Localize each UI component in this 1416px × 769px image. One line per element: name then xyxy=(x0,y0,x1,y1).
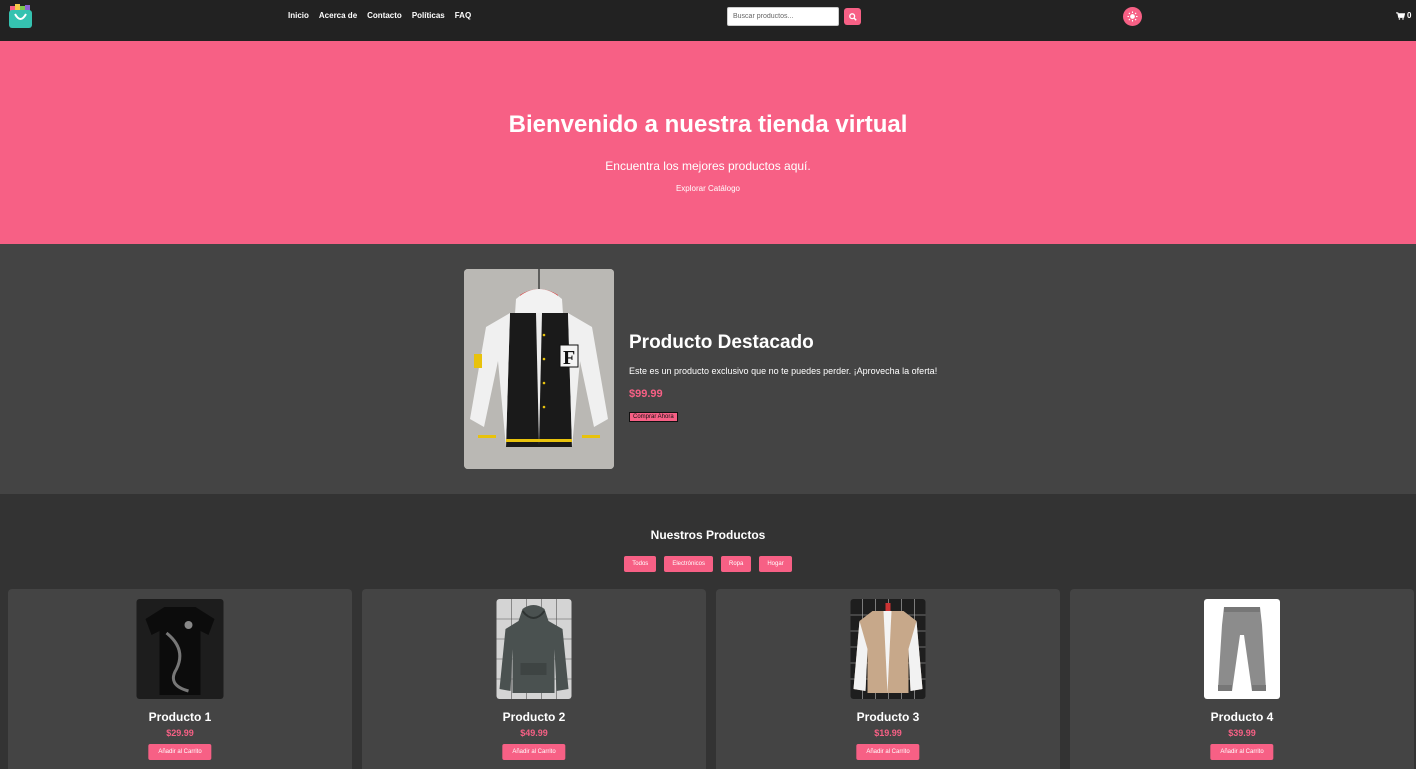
nav-link-acerca-de[interactable]: Acerca de xyxy=(319,11,357,21)
search-input[interactable] xyxy=(727,7,839,26)
search-icon xyxy=(848,12,857,21)
hero-subtitle: Encuentra los mejores productos aquí. xyxy=(605,159,811,173)
products-heading: Nuestros Productos xyxy=(650,528,766,542)
add-to-cart-button[interactable]: Añadir al Carrito xyxy=(856,744,920,760)
products-section: Nuestros Productos Todos Electrónicos Ro… xyxy=(0,494,1416,769)
search-button[interactable] xyxy=(844,8,861,25)
cart-button[interactable]: 0 xyxy=(1396,11,1411,21)
svg-text:F: F xyxy=(563,347,575,369)
product-price: $39.99 xyxy=(1228,728,1256,738)
product-name: Producto 3 xyxy=(856,710,920,724)
add-to-cart-button[interactable]: Añadir al Carrito xyxy=(1210,744,1274,760)
featured-title: Producto Destacado xyxy=(629,332,814,353)
add-to-cart-button[interactable]: Añadir al Carrito xyxy=(148,744,212,760)
product-price: $49.99 xyxy=(520,728,548,738)
nav-link-inicio[interactable]: Inicio xyxy=(288,11,309,21)
featured-product-image: F xyxy=(464,269,614,469)
product-name: Producto 1 xyxy=(148,710,212,724)
product-image xyxy=(850,599,926,699)
product-image xyxy=(496,599,572,699)
nav-link-contacto[interactable]: Contacto xyxy=(367,11,402,21)
product-image xyxy=(1204,599,1280,699)
category-filters: Todos Electrónicos Ropa Hogar xyxy=(0,556,1416,572)
buy-now-button[interactable]: Comprar Ahora xyxy=(629,412,678,422)
cart-count: 0 xyxy=(1407,11,1412,20)
navbar: Inicio Acerca de Contacto Políticas FAQ xyxy=(0,0,1416,41)
product-image xyxy=(136,599,224,699)
nav-link-faq[interactable]: FAQ xyxy=(455,11,471,21)
cart-icon xyxy=(1396,12,1405,20)
sun-icon xyxy=(1127,11,1138,22)
featured-price: $99.99 xyxy=(629,388,663,400)
product-card[interactable]: Producto 3 $19.99 Añadir al Carrito xyxy=(716,589,1060,769)
theme-toggle-button[interactable] xyxy=(1123,7,1142,26)
shopping-bag-logo-icon[interactable] xyxy=(9,4,32,28)
filter-ropa[interactable]: Ropa xyxy=(721,556,752,572)
product-price: $29.99 xyxy=(166,728,194,738)
product-card[interactable]: Producto 2 $49.99 Añadir al Carrito xyxy=(362,589,706,769)
explore-catalog-link[interactable]: Explorar Catálogo xyxy=(0,184,1416,194)
featured-product: F Producto Destacado Este es un producto… xyxy=(0,244,1416,494)
nav-links: Inicio Acerca de Contacto Políticas FAQ xyxy=(288,11,471,21)
filter-hogar[interactable]: Hogar xyxy=(759,556,792,572)
hero-banner: Bienvenido a nuestra tienda virtual Encu… xyxy=(0,41,1416,244)
product-name: Producto 4 xyxy=(1210,710,1274,724)
product-grid: Producto 1 $29.99 Añadir al Carrito Prod… xyxy=(8,589,1414,769)
product-card[interactable]: Producto 4 $39.99 Añadir al Carrito xyxy=(1070,589,1414,769)
product-name: Producto 2 xyxy=(502,710,566,724)
product-price: $19.99 xyxy=(874,728,902,738)
filter-todos[interactable]: Todos xyxy=(624,556,657,572)
nav-link-politicas[interactable]: Políticas xyxy=(412,11,445,21)
featured-description: Este es un producto exclusivo que no te … xyxy=(629,366,938,376)
filter-electronicos[interactable]: Electrónicos xyxy=(664,556,713,572)
product-card[interactable]: Producto 1 $29.99 Añadir al Carrito xyxy=(8,589,352,769)
add-to-cart-button[interactable]: Añadir al Carrito xyxy=(502,744,566,760)
hero-title: Bienvenido a nuestra tienda virtual xyxy=(508,111,908,138)
